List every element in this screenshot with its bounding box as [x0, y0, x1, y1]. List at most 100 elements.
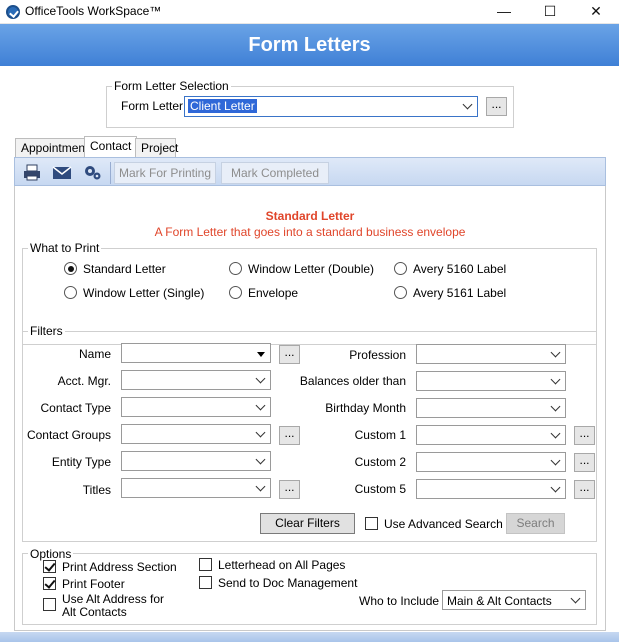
app-logo-icon [6, 5, 20, 19]
radio-window-letter-double[interactable] [229, 262, 242, 275]
filter-label: Custom 1 [354, 428, 406, 442]
mark-completed-button[interactable]: Mark Completed [221, 162, 329, 184]
form-letter-browse-button[interactable]: ... [486, 97, 507, 116]
filter-label: Contact Type [40, 401, 112, 415]
gears-icon[interactable] [80, 162, 106, 183]
filter-label: Acct. Mgr. [57, 374, 111, 388]
filter-label: Birthday Month [325, 401, 406, 415]
radio-window-letter-single[interactable] [64, 286, 77, 299]
chevron-down-icon [255, 373, 266, 384]
letterhead-label: Letterhead on All Pages [218, 558, 346, 572]
radio-label: Avery 5160 Label [413, 262, 507, 276]
radio-label: Standard Letter [83, 262, 166, 276]
what-to-print-legend: What to Print [28, 241, 102, 255]
who-to-include-value: Main & Alt Contacts [447, 594, 552, 608]
print-footer-label: Print Footer [62, 577, 125, 591]
toolbar-separator [110, 162, 111, 184]
radio-avery-5161[interactable] [394, 286, 407, 299]
chevron-down-icon [255, 427, 266, 438]
alt-address-checkbox[interactable] [43, 598, 56, 611]
filters-legend: Filters [28, 324, 65, 338]
window-bottom-edge [0, 632, 619, 642]
printer-icon[interactable] [20, 162, 44, 183]
contact-type-combo[interactable] [121, 397, 271, 417]
filter-label: Profession [349, 348, 406, 362]
filter-label: Custom 5 [354, 482, 406, 496]
window-title: OfficeTools WorkSpace™ [25, 4, 162, 18]
custom-1-combo[interactable] [416, 425, 566, 445]
balances-older-than-combo[interactable] [416, 371, 566, 391]
form-letter-value: Client Letter [188, 99, 257, 113]
filter-label: Contact Groups [26, 428, 111, 442]
who-to-include-combo[interactable]: Main & Alt Contacts [442, 590, 586, 610]
letter-title: Standard Letter [265, 209, 355, 223]
filter-label: Custom 2 [354, 455, 406, 469]
radio-label: Window Letter (Single) [83, 286, 205, 300]
acct-mgr-combo[interactable] [121, 370, 271, 390]
toolbar: Mark For Printing Mark Completed [14, 157, 606, 186]
options-legend: Options [28, 547, 74, 561]
alt-address-label-line2: Alt Contacts [62, 605, 127, 619]
filter-label: Name [78, 347, 111, 361]
tab-project[interactable]: Project [135, 138, 178, 157]
contact-groups-combo[interactable] [121, 424, 271, 444]
advanced-search-checkbox[interactable] [365, 517, 378, 530]
custom-5-browse-button[interactable]: ... [574, 480, 595, 499]
tab-appointment[interactable]: Appointment [15, 138, 95, 157]
titles-combo[interactable] [121, 478, 271, 498]
radio-label: Avery 5161 Label [413, 286, 507, 300]
profession-combo[interactable] [416, 344, 566, 364]
chevron-down-icon [255, 454, 266, 465]
chevron-down-icon [550, 482, 561, 493]
radio-label: Envelope [248, 286, 299, 300]
send-doc-label: Send to Doc Management [218, 576, 358, 590]
letter-description: A Form Letter that goes into a standard … [154, 225, 466, 239]
entity-type-combo[interactable] [121, 451, 271, 471]
clear-filters-button[interactable]: Clear Filters [260, 513, 355, 534]
chevron-down-icon [255, 481, 266, 492]
chevron-down-icon [255, 400, 266, 411]
radio-standard-letter[interactable] [64, 262, 77, 275]
birthday-month-combo[interactable] [416, 398, 566, 418]
filter-label: Balances older than [299, 374, 406, 388]
title-bar: OfficeTools WorkSpace™ — ☐ ✕ [0, 0, 619, 24]
page-title: Form Letters [248, 34, 371, 56]
close-button[interactable]: ✕ [573, 0, 619, 24]
name-filter-combo[interactable] [121, 343, 271, 363]
filter-label: Entity Type [51, 455, 111, 469]
who-to-include-label: Who to Include [359, 594, 440, 608]
send-doc-checkbox[interactable] [199, 576, 212, 589]
custom-2-combo[interactable] [416, 452, 566, 472]
filter-label: Titles [82, 483, 111, 497]
minimize-button[interactable]: — [481, 0, 527, 24]
radio-avery-5160[interactable] [394, 262, 407, 275]
radio-label: Window Letter (Double) [248, 262, 375, 276]
alt-address-label-line1: Use Alt Address for [62, 592, 165, 606]
chevron-down-icon [550, 428, 561, 439]
print-address-checkbox[interactable] [43, 560, 56, 573]
chevron-down-icon [550, 347, 561, 358]
form-letter-combo[interactable]: Client Letter [184, 96, 478, 117]
maximize-button[interactable]: ☐ [527, 0, 573, 24]
custom-1-browse-button[interactable]: ... [574, 426, 595, 445]
print-footer-checkbox[interactable] [43, 577, 56, 590]
selection-legend: Form Letter Selection [112, 79, 231, 93]
chevron-down-icon [570, 593, 581, 604]
chevron-down-icon [550, 401, 561, 412]
form-letter-label: Form Letter [121, 99, 184, 113]
search-button[interactable]: Search [506, 513, 565, 534]
chevron-down-icon [550, 374, 561, 385]
letterhead-checkbox[interactable] [199, 558, 212, 571]
radio-envelope[interactable] [229, 286, 242, 299]
dropdown-arrow-icon [257, 352, 265, 357]
chevron-down-icon [462, 99, 473, 110]
custom-5-combo[interactable] [416, 479, 566, 499]
custom-2-browse-button[interactable]: ... [574, 453, 595, 472]
tab-contact[interactable]: Contact [84, 136, 138, 158]
chevron-down-icon [550, 455, 561, 466]
header-band: Form Letters [0, 24, 619, 66]
advanced-search-label: Use Advanced Search [384, 517, 503, 531]
envelope-icon[interactable] [49, 162, 75, 183]
print-address-label: Print Address Section [62, 560, 177, 574]
mark-for-printing-button[interactable]: Mark For Printing [114, 162, 216, 184]
